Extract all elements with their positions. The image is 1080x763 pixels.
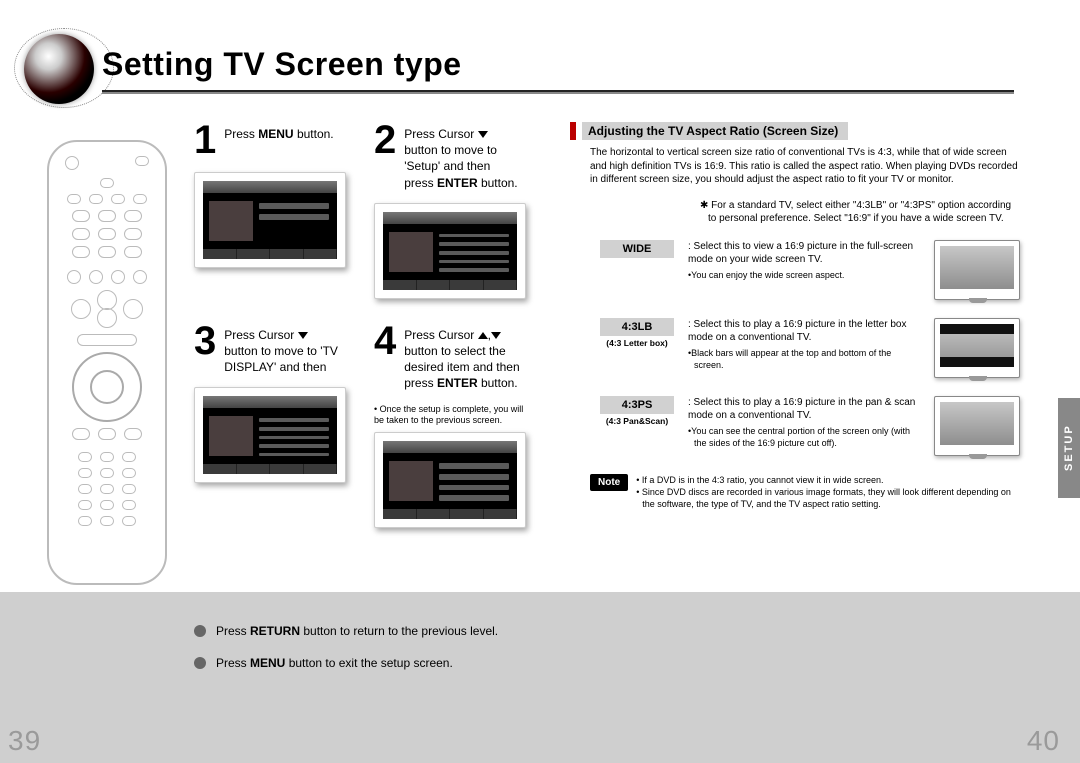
tv-illustration-letterbox xyxy=(934,318,1020,378)
step-3: 3 Press Cursor button to move to 'TV DIS… xyxy=(194,321,364,376)
text: Press Cursor xyxy=(224,328,297,342)
osd-screenshot xyxy=(194,387,346,483)
text-bold: RETURN xyxy=(250,624,300,638)
option-text: : Select this to play a 16:9 picture in … xyxy=(688,318,920,345)
page-number-right: 40 xyxy=(1027,725,1060,757)
title-rule xyxy=(102,90,1014,94)
option-bullet: •You can see the central portion of the … xyxy=(688,425,920,449)
step-text: Press Cursor , button to select the desi… xyxy=(404,321,519,392)
note-badge: Note xyxy=(590,474,628,491)
text: Press xyxy=(224,127,258,141)
osd-screenshot xyxy=(374,432,526,528)
tv-illustration-wide xyxy=(934,240,1020,300)
footer-bullet: Press MENU button to exit the setup scre… xyxy=(194,656,594,670)
text: press xyxy=(404,376,437,390)
text: DISPLAY' and then xyxy=(224,360,326,374)
text: button to select the xyxy=(404,344,505,358)
footer-text: Press RETURN button to return to the pre… xyxy=(216,624,498,638)
option-text: : Select this to play a 16:9 picture in … xyxy=(688,396,920,423)
text: button to move to xyxy=(404,143,497,157)
footer-text: Press MENU button to exit the setup scre… xyxy=(216,656,453,670)
section-accent xyxy=(570,122,576,140)
text: desired item and then xyxy=(404,360,519,374)
option-wide: WIDE : Select this to view a 16:9 pictur… xyxy=(600,240,1020,300)
text-bold: MENU xyxy=(258,127,293,141)
cursor-up-icon xyxy=(478,332,488,339)
tv-illustration-panscan xyxy=(934,396,1020,456)
text: button. xyxy=(478,176,518,190)
option-label: 4:3LB xyxy=(600,318,674,336)
note-item: • If a DVD is in the 4:3 ratio, you cann… xyxy=(636,474,1020,486)
text: press xyxy=(404,176,437,190)
step-2: 2 Press Cursor button to move to 'Setup'… xyxy=(374,120,544,191)
remote-illustration xyxy=(47,140,167,585)
text: button. xyxy=(478,376,518,390)
right-column: Adjusting the TV Aspect Ratio (Screen Si… xyxy=(570,122,1020,510)
text: button to exit the setup screen. xyxy=(285,656,452,670)
star-note: ✱ For a standard TV, select either "4:3L… xyxy=(700,199,1020,226)
intro-paragraph: The horizontal to vertical screen size r… xyxy=(590,146,1020,187)
text: button. xyxy=(294,127,334,141)
text-bold: ENTER xyxy=(437,176,478,190)
section-header: Adjusting the TV Aspect Ratio (Screen Si… xyxy=(570,122,1020,140)
footer-bullets: Press RETURN button to return to the pre… xyxy=(194,624,594,688)
steps-column: 1 Press MENU button. 2 Press Cursor butt… xyxy=(194,120,556,528)
section-title: Adjusting the TV Aspect Ratio (Screen Si… xyxy=(582,122,848,140)
osd-screenshot xyxy=(194,172,346,268)
step-number: 4 xyxy=(374,321,396,361)
note-item: • Since DVD discs are recorded in variou… xyxy=(636,486,1020,510)
cursor-down-icon xyxy=(491,332,501,339)
option-bullet: •Black bars will appear at the top and b… xyxy=(688,347,920,371)
footer-bullet: Press RETURN button to return to the pre… xyxy=(194,624,594,638)
cursor-down-icon xyxy=(478,131,488,138)
step-number: 1 xyxy=(194,120,216,160)
option-bullet: •You can enjoy the wide screen aspect. xyxy=(688,269,920,281)
text-bold: ENTER xyxy=(437,376,478,390)
option-sublabel: (4:3 Pan&Scan) xyxy=(600,416,674,426)
manual-page: Setting TV Screen type 1 xyxy=(0,0,1080,763)
option-text: : Select this to view a 16:9 picture in … xyxy=(688,240,920,267)
step-4-note: • Once the setup is complete, you will b… xyxy=(374,404,524,427)
osd-screenshot xyxy=(374,203,526,299)
page-number-left: 39 xyxy=(8,725,41,757)
step-1: 1 Press MENU button. xyxy=(194,120,364,160)
text: Press Cursor xyxy=(404,127,477,141)
side-tab-setup: SETUP xyxy=(1058,398,1080,498)
note-box: Note • If a DVD is in the 4:3 ratio, you… xyxy=(590,474,1020,510)
bullet-icon xyxy=(194,657,206,669)
text: Press xyxy=(216,656,250,670)
step-text: Press Cursor button to move to 'Setup' a… xyxy=(404,120,517,191)
text: Press xyxy=(216,624,250,638)
text: Press Cursor xyxy=(404,328,477,342)
page-title: Setting TV Screen type xyxy=(102,46,462,83)
option-label: WIDE xyxy=(600,240,674,258)
text-bold: MENU xyxy=(250,656,285,670)
text: 'Setup' and then xyxy=(404,159,490,173)
option-43lb: 4:3LB (4:3 Letter box) : Select this to … xyxy=(600,318,1020,378)
cursor-down-icon xyxy=(298,332,308,339)
step-4: 4 Press Cursor , button to select the de… xyxy=(374,321,544,392)
step-text: Press MENU button. xyxy=(224,120,333,142)
option-43ps: 4:3PS (4:3 Pan&Scan) : Select this to pl… xyxy=(600,396,1020,456)
step-number: 2 xyxy=(374,120,396,160)
option-label: 4:3PS xyxy=(600,396,674,414)
text: button to return to the previous level. xyxy=(300,624,498,638)
step-number: 3 xyxy=(194,321,216,361)
option-sublabel: (4:3 Letter box) xyxy=(600,338,674,348)
bullet-icon xyxy=(194,625,206,637)
step-text: Press Cursor button to move to 'TV DISPL… xyxy=(224,321,338,376)
text: button to move to 'TV xyxy=(224,344,338,358)
